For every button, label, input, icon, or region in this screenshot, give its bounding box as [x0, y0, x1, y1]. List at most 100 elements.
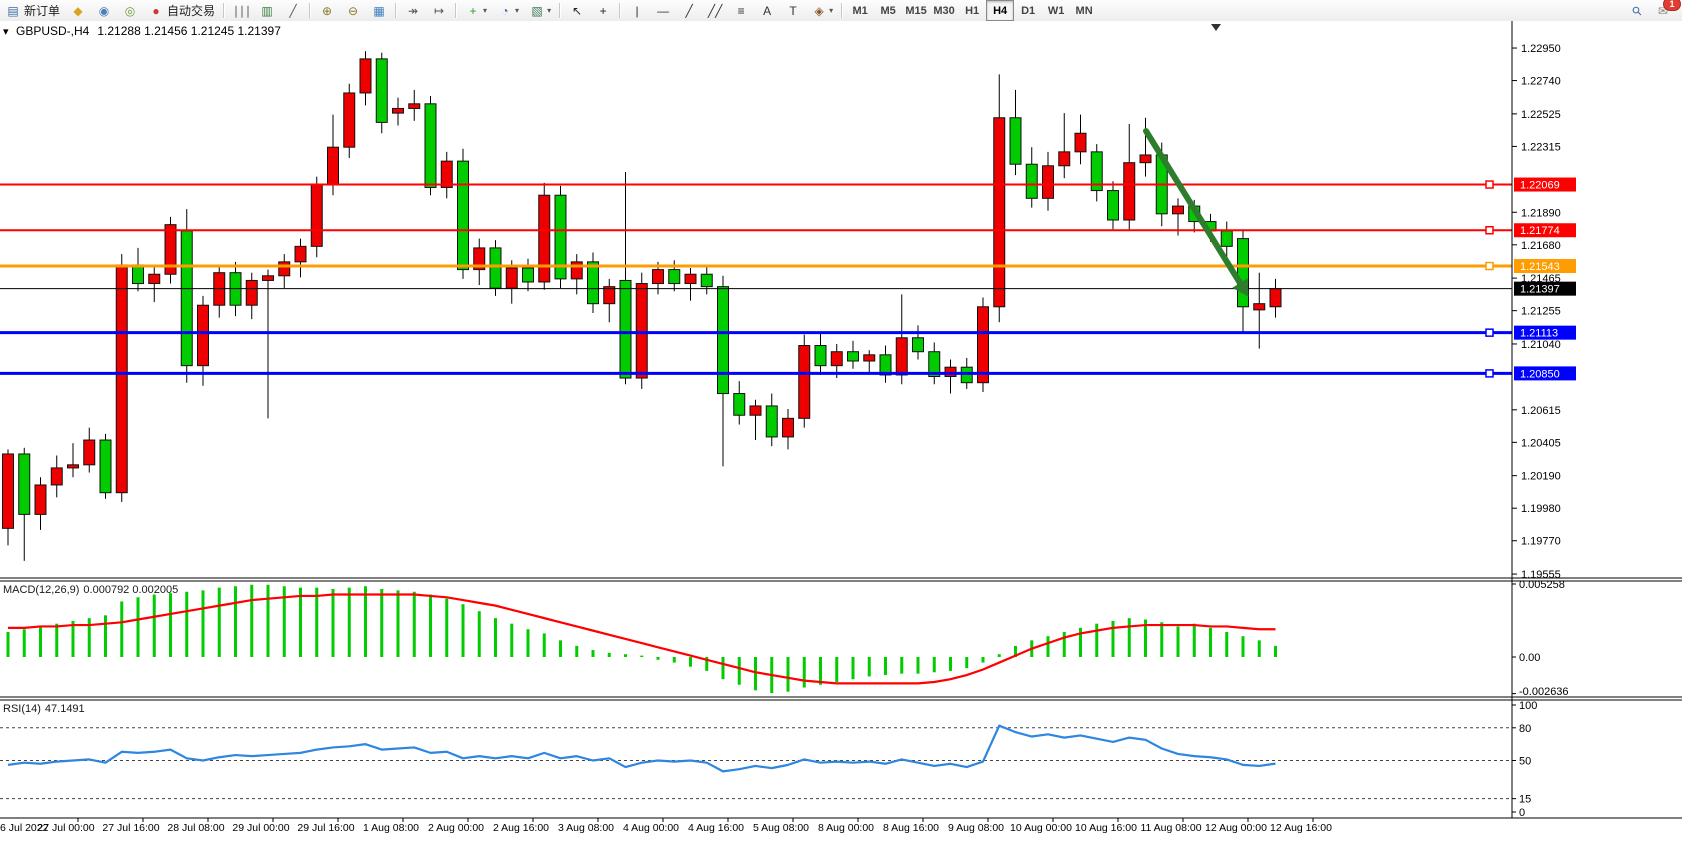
new-order-button[interactable]: ▤新订单: [1, 0, 64, 21]
signals-icon: ◎: [122, 3, 138, 19]
market-button[interactable]: ◉: [92, 0, 116, 21]
time-tick-label: 1 Aug 08:00: [363, 822, 419, 834]
candle: [328, 147, 339, 184]
candle: [116, 265, 127, 493]
candle: [1238, 239, 1249, 307]
notifications-button[interactable]: ✉1: [1651, 0, 1675, 21]
candle: [1010, 118, 1021, 164]
line-chart-icon: ╱: [285, 3, 301, 19]
signals-button[interactable]: ◎: [118, 0, 142, 21]
timeframe-m5[interactable]: M5: [874, 0, 902, 21]
vertical-line-button[interactable]: |: [625, 0, 649, 21]
channel-button[interactable]: ╱╱: [703, 0, 727, 21]
new-order-icon: ▤: [5, 3, 21, 19]
text-icon: A: [759, 3, 775, 19]
search-button[interactable]: ⚲: [1625, 0, 1649, 21]
trade-group: ▤新订单◆◉ ◎ ●自动交易: [0, 0, 220, 21]
price-badge-label: 1.22069: [1520, 180, 1560, 192]
candle: [571, 262, 582, 279]
objects-group: |—╱╱╱≡AT◈▾: [624, 0, 838, 21]
crosshair-icon: +: [595, 3, 611, 19]
candle: [734, 394, 745, 416]
candle: [506, 268, 517, 288]
zoom-out-icon: ⊖: [345, 3, 361, 19]
macd-axis-label: -0.002636: [1519, 686, 1569, 698]
chevron-down-icon: ▾: [829, 6, 833, 15]
price-tick-label: 1.20615: [1521, 405, 1561, 417]
timeframe-h1[interactable]: H1: [958, 0, 986, 21]
zoom-in-icon: ⊕: [319, 3, 335, 19]
templates-button[interactable]: ▧▾: [525, 0, 555, 21]
timeframe-m1[interactable]: M1: [846, 0, 874, 21]
candle: [84, 440, 95, 465]
candle: [1124, 163, 1135, 220]
line-handle[interactable]: [1486, 227, 1493, 234]
bar-chart-button[interactable]: ∣∣∣: [229, 0, 253, 21]
arrows-button[interactable]: ◈▾: [807, 0, 837, 21]
periods-button[interactable]: ◔▾: [493, 0, 523, 21]
cursor-icon: ↖: [569, 3, 585, 19]
timeframe-m15[interactable]: M15: [902, 0, 930, 21]
chevron-down-icon: ▾: [547, 6, 551, 15]
indicators-icon: +: [465, 3, 481, 19]
time-tick-label: 27 Jul 00:00: [37, 822, 94, 834]
zoom-out-button[interactable]: ⊖: [341, 0, 365, 21]
price-tick-label: 1.22525: [1521, 109, 1561, 121]
fibonacci-button[interactable]: ≡: [729, 0, 753, 21]
timeframe-d1[interactable]: D1: [1014, 0, 1042, 21]
candle: [604, 287, 615, 304]
price-badge-label: 1.21543: [1520, 261, 1560, 273]
macd-axis-label: 0.005258: [1519, 579, 1565, 591]
timeframe-group: M1M5M15M30H1H4D1W1MN: [846, 0, 1098, 21]
candle: [961, 367, 972, 382]
candlestick-button[interactable]: ▥: [255, 0, 279, 21]
time-tick-label: 8 Aug 16:00: [883, 822, 939, 834]
toolbar-separator: [395, 3, 397, 18]
time-tick-label: 29 Jul 00:00: [232, 822, 289, 834]
timeframe-mn[interactable]: MN: [1070, 0, 1098, 21]
timeframe-m30[interactable]: M30: [930, 0, 958, 21]
price-tick-label: 1.21255: [1521, 306, 1561, 318]
symbol-dropdown-icon[interactable]: ▾: [3, 26, 9, 38]
autoscroll-icon: ↠: [405, 3, 421, 19]
indicators-button[interactable]: +▾: [461, 0, 491, 21]
trendline-button[interactable]: ╱: [677, 0, 701, 21]
chart-window: ▾GBPUSD-,H41.21288 1.21456 1.21245 1.213…: [0, 21, 1682, 837]
time-tick-label: 3 Aug 08:00: [558, 822, 614, 834]
horizontal-line-button[interactable]: —: [651, 0, 675, 21]
cursor-button[interactable]: ↖: [565, 0, 589, 21]
candle: [588, 262, 599, 304]
toolbar-separator: [619, 3, 621, 18]
line-handle[interactable]: [1486, 329, 1493, 336]
line-handle[interactable]: [1486, 181, 1493, 188]
candle: [815, 346, 826, 366]
timeframe-h4[interactable]: H4: [986, 0, 1014, 21]
gold-button[interactable]: ◆: [66, 0, 90, 21]
text-button[interactable]: A: [755, 0, 779, 21]
label-button[interactable]: T: [781, 0, 805, 21]
crosshair-button[interactable]: +: [591, 0, 615, 21]
line-handle[interactable]: [1486, 370, 1493, 377]
time-tick-label: 28 Jul 08:00: [167, 822, 224, 834]
chevron-down-icon: ▾: [515, 6, 519, 15]
time-tick-label: 12 Aug 16:00: [1270, 822, 1332, 834]
line-handle[interactable]: [1486, 263, 1493, 270]
zoom-group: ⊕ ⊖ ▦: [314, 0, 392, 21]
macd-label: MACD(12,26,9)0.000792 0.002005: [3, 584, 178, 596]
candle: [490, 248, 501, 288]
candle: [100, 440, 111, 493]
candle: [913, 338, 924, 352]
candle: [978, 307, 989, 383]
channel-icon: ╱╱: [707, 3, 723, 19]
zoom-in-button[interactable]: ⊕: [315, 0, 339, 21]
candle: [864, 355, 875, 361]
candle: [279, 262, 290, 276]
time-tick-label: 5 Aug 08:00: [753, 822, 809, 834]
tile-windows-button[interactable]: ▦: [367, 0, 391, 21]
candle: [1026, 164, 1037, 198]
chart-shift-button[interactable]: ↦: [427, 0, 451, 21]
timeframe-w1[interactable]: W1: [1042, 0, 1070, 21]
autoscroll-button[interactable]: ↠: [401, 0, 425, 21]
autotrade-button[interactable]: ●自动交易: [144, 0, 219, 21]
line-chart-button[interactable]: ╱: [281, 0, 305, 21]
